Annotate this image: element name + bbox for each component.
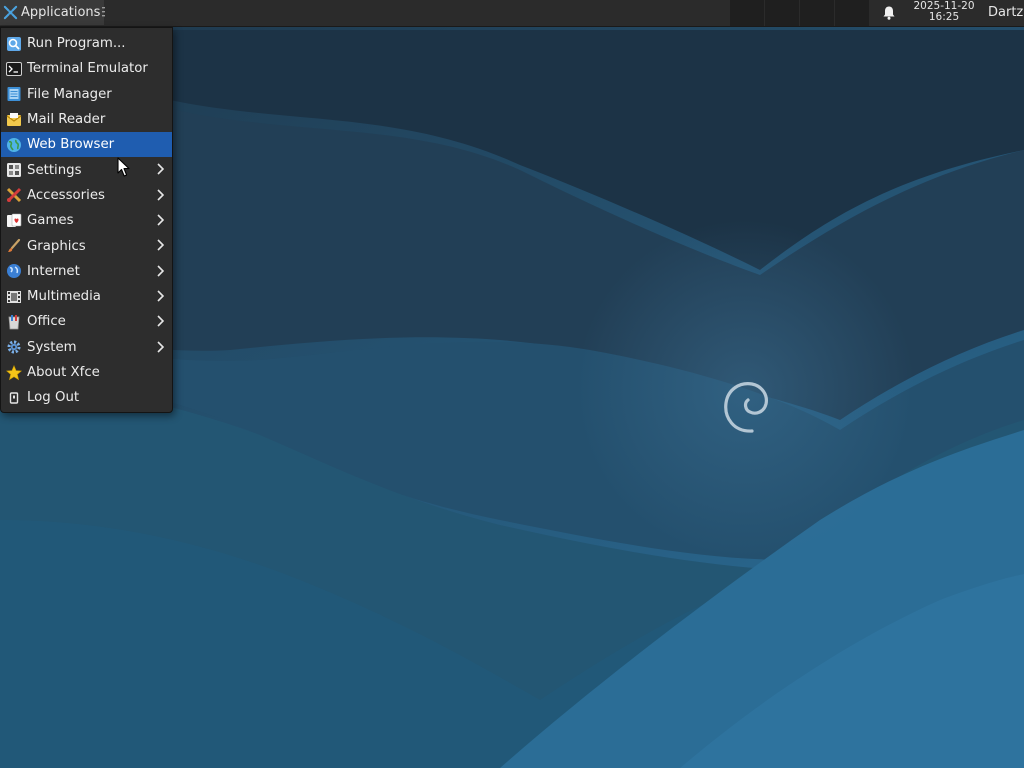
run-program-icon <box>7 36 21 51</box>
menu-item-system[interactable]: System <box>1 335 172 360</box>
menu-item-label: Internet <box>27 263 80 279</box>
menu-item-label: Games <box>27 213 74 229</box>
menu-item-multimedia[interactable]: Multimedia <box>1 284 172 309</box>
workspace-3[interactable] <box>800 0 835 26</box>
menu-item-label: Settings <box>27 162 82 178</box>
menu-item-label: Office <box>27 314 66 330</box>
menu-item-accessories[interactable]: Accessories <box>1 183 172 208</box>
chevron-right-icon <box>157 239 164 251</box>
chevron-right-icon <box>157 290 164 302</box>
menu-item-settings[interactable]: Settings <box>1 157 172 182</box>
file-manager-icon <box>7 87 21 102</box>
internet-icon <box>7 264 21 279</box>
chevron-right-icon <box>157 214 164 226</box>
games-icon <box>7 213 22 227</box>
chevron-right-icon <box>157 340 164 353</box>
applications-menu-button[interactable]: Applications <box>0 0 105 25</box>
terminal-icon <box>6 61 22 76</box>
workspace-2[interactable] <box>765 0 800 26</box>
chevron-right-icon <box>157 163 164 176</box>
workspace-1[interactable] <box>730 0 765 26</box>
xfce-logo-icon <box>3 5 18 20</box>
menu-item-graphics[interactable]: Graphics <box>1 233 172 258</box>
menu-item-terminal-emulator[interactable]: Terminal Emulator <box>1 56 172 81</box>
applications-menu: Run Program... Terminal Emulator File Ma… <box>0 27 173 413</box>
user-name[interactable]: Dartz <box>988 0 1023 25</box>
office-icon <box>8 314 20 330</box>
star-icon <box>6 364 22 380</box>
panel-handle-icon[interactable] <box>101 6 106 19</box>
graphics-icon <box>8 238 21 253</box>
chevron-right-icon <box>157 265 164 277</box>
menu-item-about-xfce[interactable]: About Xfce <box>1 360 172 385</box>
web-browser-icon <box>7 137 21 152</box>
menu-item-label: System <box>27 339 77 355</box>
menu-item-internet[interactable]: Internet <box>1 259 172 284</box>
chevron-right-icon <box>157 189 164 201</box>
clock-time: 16:25 <box>928 11 960 23</box>
log-out-icon <box>9 392 19 404</box>
menu-item-mail-reader[interactable]: Mail Reader <box>1 107 172 132</box>
workspace-switcher[interactable] <box>730 0 870 26</box>
menu-item-label: Run Program... <box>27 36 126 52</box>
menu-item-label: Graphics <box>27 238 86 254</box>
mail-icon <box>6 112 22 126</box>
menu-item-label: Web Browser <box>27 137 115 153</box>
menu-item-log-out[interactable]: Log Out <box>1 385 172 410</box>
mouse-pointer-icon <box>117 157 130 177</box>
system-icon <box>7 340 21 354</box>
clock[interactable]: 2025-11-20 16:25 <box>908 1 980 23</box>
menu-item-label: About Xfce <box>27 365 100 380</box>
top-panel: Applications 2025-11-20 16:25 Dartz <box>0 0 1024 27</box>
multimedia-icon <box>7 290 21 303</box>
bell-icon[interactable] <box>881 5 897 21</box>
accessories-icon <box>6 188 22 203</box>
workspace-4[interactable] <box>835 0 870 26</box>
menu-item-games[interactable]: Games <box>1 208 172 233</box>
menu-item-label: Mail Reader <box>27 112 106 128</box>
chevron-right-icon <box>157 315 164 327</box>
menu-item-label: File Manager <box>27 86 112 102</box>
menu-item-label: Log Out <box>27 390 80 406</box>
menu-item-label: Multimedia <box>27 289 101 305</box>
desktop[interactable]: Applications 2025-11-20 16:25 Dartz Run … <box>0 0 1024 768</box>
applications-label: Applications <box>21 5 101 20</box>
menu-item-file-manager[interactable]: File Manager <box>1 82 172 107</box>
menu-item-label: Terminal Emulator <box>27 61 148 77</box>
menu-item-web-browser[interactable]: Web Browser <box>1 132 172 158</box>
settings-icon <box>7 163 21 178</box>
menu-item-office[interactable]: Office <box>1 309 172 334</box>
menu-item-label: Accessories <box>27 187 105 203</box>
menu-item-run-program[interactable]: Run Program... <box>1 31 172 56</box>
